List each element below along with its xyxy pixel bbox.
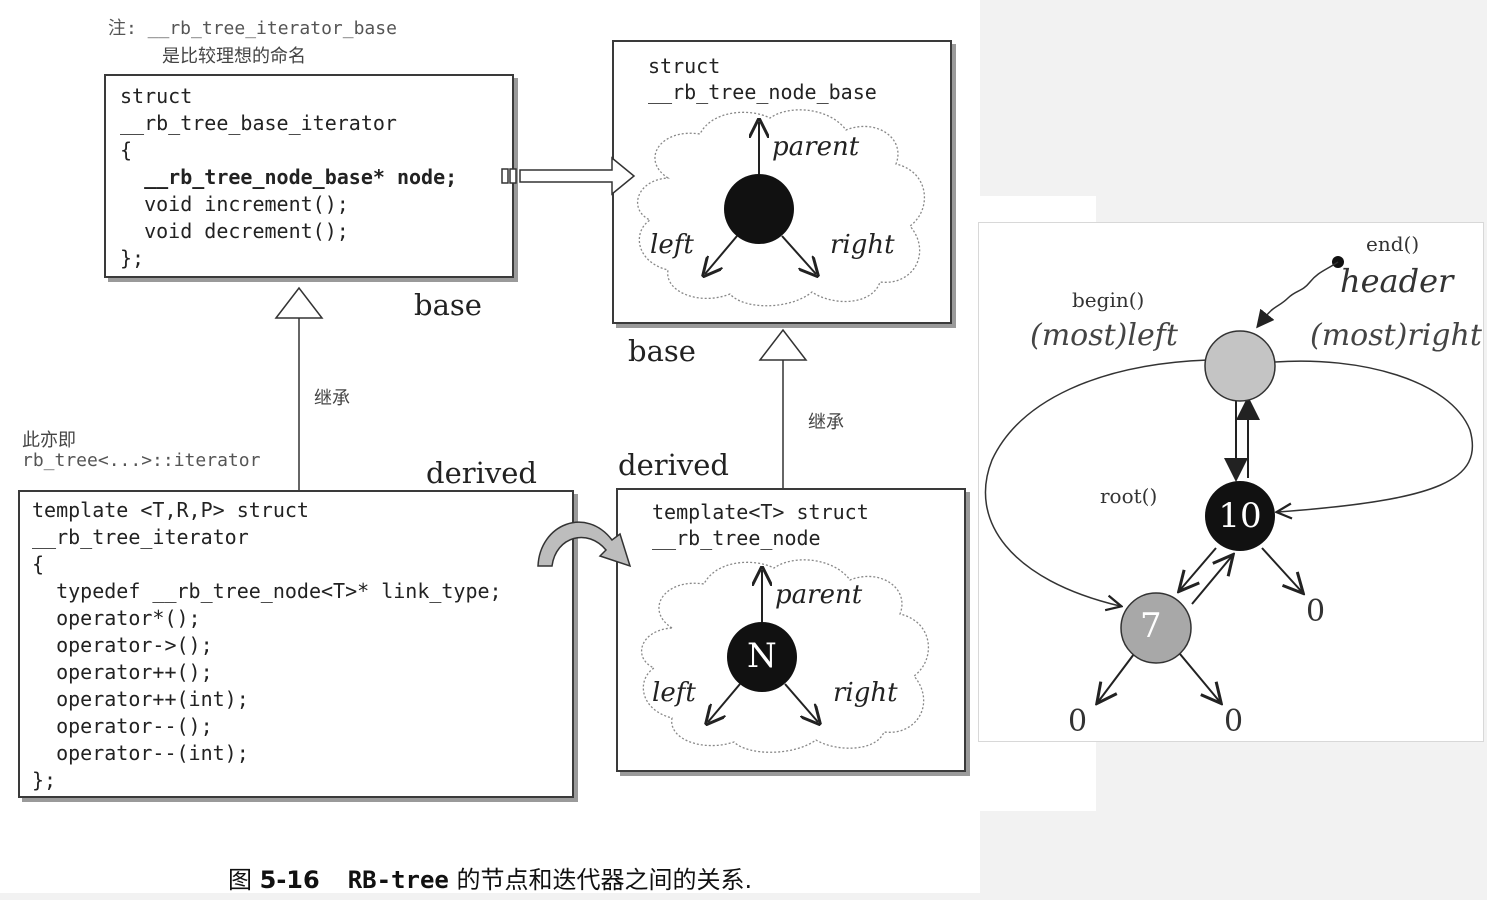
root-to-left-arrow	[1180, 547, 1217, 590]
begin-label: begin()	[1072, 288, 1145, 312]
root-label: root()	[1100, 484, 1158, 508]
rightmost-link	[1275, 360, 1474, 512]
header-node	[1204, 330, 1276, 402]
null-label-root-right: 0	[1306, 594, 1326, 629]
left-to-root-arrow	[1191, 556, 1232, 605]
mostright-label: (most)right	[1310, 318, 1482, 353]
left-node-right-null-arrow	[1179, 653, 1220, 702]
root-node-value: 10	[1218, 496, 1262, 536]
null-label-left-right: 0	[1224, 704, 1244, 739]
header-label: header	[1340, 262, 1454, 300]
root-right-null-arrow	[1261, 547, 1302, 592]
end-label: end()	[1366, 232, 1420, 256]
leftmost-link	[984, 359, 1209, 606]
right-figure-graphics	[984, 256, 1474, 900]
null-label-left-left: 0	[1068, 704, 1088, 739]
header-pointer-squiggle	[1256, 261, 1339, 329]
left-node-value: 7	[1140, 606, 1162, 646]
left-node-left-null-arrow	[1098, 653, 1135, 702]
mostleft-label: (most)left	[1030, 318, 1178, 353]
